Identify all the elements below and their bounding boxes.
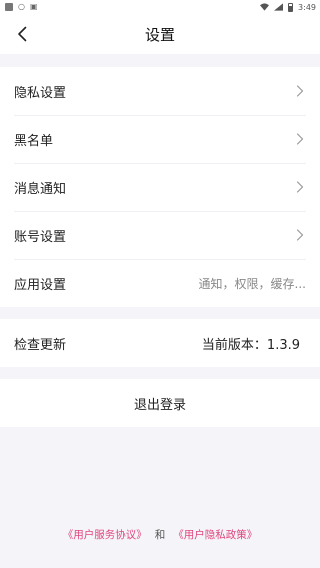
settings-item-privacy[interactable]: 隐私设置 — [0, 67, 320, 115]
settings-item-label: 应用设置 — [14, 277, 67, 293]
wifi-icon — [260, 3, 270, 11]
status-time: 3:49 — [298, 2, 316, 12]
logout-button[interactable]: 退出登录 — [0, 379, 320, 427]
settings-item-label: 黑名单 — [14, 133, 54, 149]
chevron-right-icon — [296, 229, 304, 241]
footer-links: 《用户服务协议》和《用户隐私政策》 — [0, 527, 320, 542]
footer-and-text: 和 — [154, 529, 166, 541]
check-update-row[interactable]: 检查更新 当前版本：1.3.9 — [0, 319, 320, 367]
check-update-label: 检查更新 — [14, 337, 67, 353]
chevron-right-icon — [296, 85, 304, 97]
settings-item-account[interactable]: 账号设置 — [0, 211, 320, 259]
back-button[interactable] — [10, 22, 34, 46]
status-bar: ○ ▣ 3:49 — [0, 0, 320, 14]
chevron-right-icon — [296, 133, 304, 145]
app-square-icon — [5, 3, 13, 11]
settings-item-app[interactable]: 应用设置 通知，权限，缓存... — [0, 259, 320, 307]
settings-item-value: 通知，权限，缓存... — [198, 276, 306, 291]
privacy-policy-link[interactable]: 《用户隐私政策》 — [173, 529, 257, 541]
settings-item-label: 隐私设置 — [14, 85, 67, 101]
chat-bubble-icon: ○ — [18, 2, 25, 11]
chevron-right-icon — [296, 181, 304, 193]
page-title: 设置 — [144, 25, 175, 44]
logout-label: 退出登录 — [133, 397, 186, 413]
status-left-icons: ○ ▣ — [5, 3, 38, 11]
version-text: 当前版本：1.3.9 — [201, 337, 300, 353]
settings-item-label: 账号设置 — [14, 229, 67, 245]
battery-icon — [288, 2, 294, 12]
settings-item-notifications[interactable]: 消息通知 — [0, 163, 320, 211]
signal-icon — [274, 3, 284, 11]
header: 设置 — [0, 14, 320, 54]
a-letter-icon: ▣ — [29, 2, 38, 11]
status-right-icons: 3:49 — [260, 2, 316, 12]
settings-list: 隐私设置 黑名单 消息通知 账号设置 应用设置 通知，权限，缓存... — [0, 67, 320, 307]
settings-item-label: 消息通知 — [14, 181, 67, 197]
settings-item-blacklist[interactable]: 黑名单 — [0, 115, 320, 163]
user-agreement-link[interactable]: 《用户服务协议》 — [63, 529, 147, 541]
chevron-left-icon — [18, 26, 27, 42]
